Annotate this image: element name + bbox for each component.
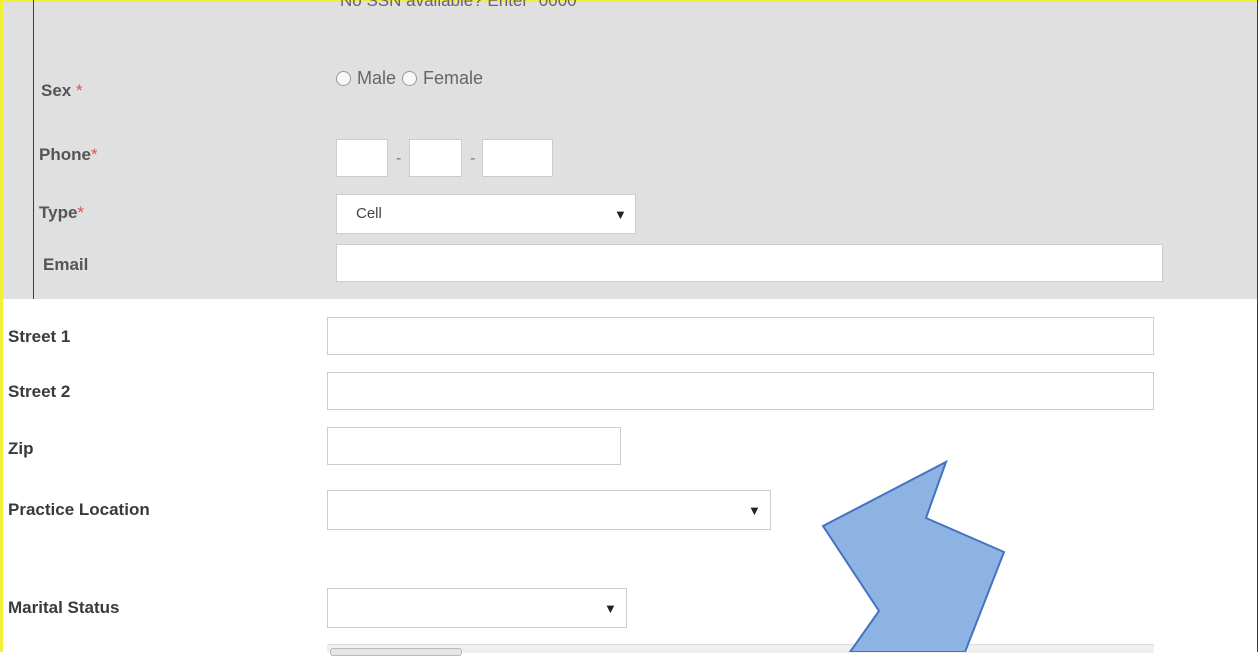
annotation-arrow-canvas <box>821 459 1006 652</box>
annotation-arrow-icon <box>821 459 1006 652</box>
